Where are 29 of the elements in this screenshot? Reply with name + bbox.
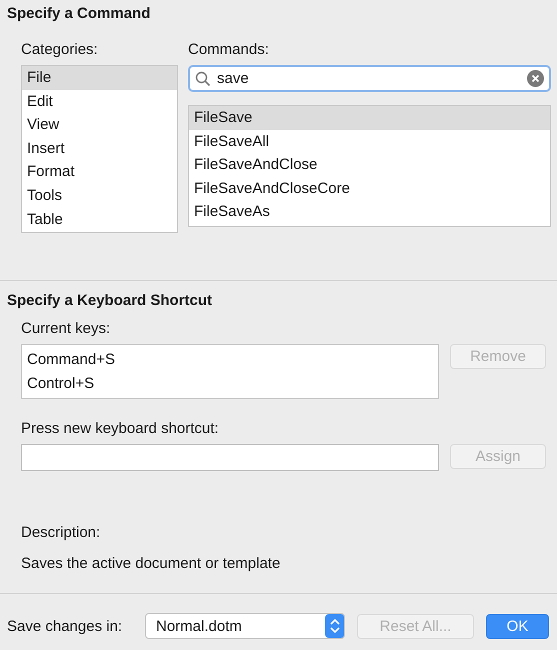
save-changes-label: Save changes in: [7,618,124,634]
category-item[interactable]: File [22,66,177,90]
section-title: Specify a Keyboard Shortcut [7,292,214,309]
command-item[interactable]: FileSaveAndClose [189,153,550,177]
template-select[interactable]: Normal.dotm [145,613,345,639]
category-item[interactable]: Tools [22,184,177,208]
shortcut-input-field[interactable] [21,444,439,471]
category-item[interactable]: Insert [22,136,177,160]
command-item[interactable]: FileSave [189,106,550,130]
command-item[interactable]: FileSaveAs [189,200,550,224]
category-item[interactable]: Edit [22,90,177,114]
command-item[interactable]: FileSaveAll [189,130,550,154]
commands-label: Commands: [188,41,270,58]
category-item[interactable]: View [22,113,177,137]
stepper-icon [325,614,344,638]
section-title: Specify a Command [7,5,152,22]
command-item[interactable]: FileSaveAndCloseCore [189,176,550,200]
category-item[interactable]: Table [22,208,177,232]
new-shortcut-label: Press new keyboard shortcut: [21,420,220,437]
current-keys-label: Current keys: [21,320,112,337]
description-label: Description: [21,524,102,541]
description-text: Saves the active document or template [21,555,282,572]
category-item[interactable]: Format [22,160,177,184]
categories-label: Categories: [21,41,99,58]
key-item[interactable]: Control+S [27,372,438,396]
key-item[interactable]: Command+S [27,348,438,372]
clear-icon[interactable] [527,70,544,87]
search-field[interactable]: save [188,65,551,92]
search-icon [195,70,211,86]
